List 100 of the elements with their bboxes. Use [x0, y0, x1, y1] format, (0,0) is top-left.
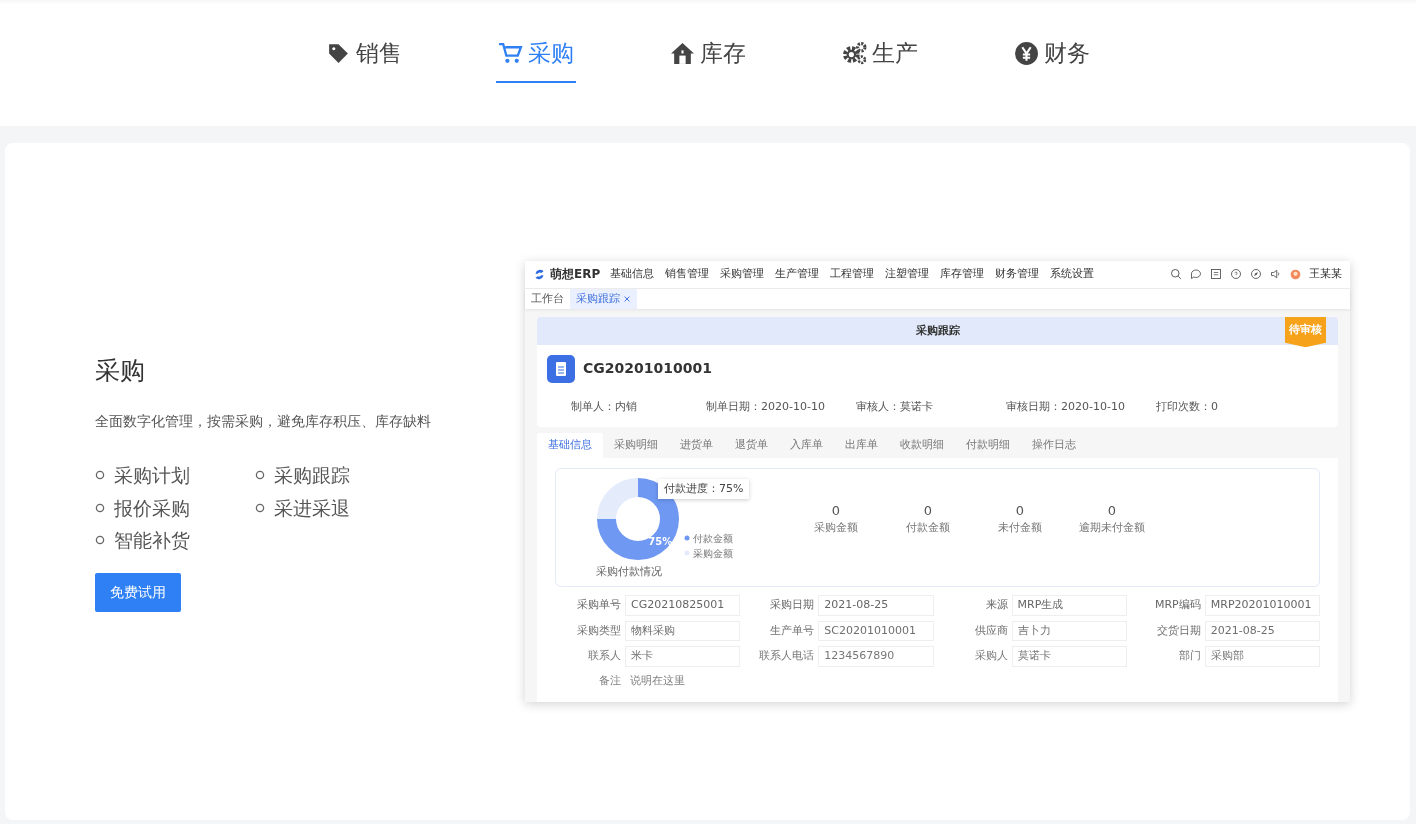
field-label: 采购人	[973, 648, 1008, 665]
legend-dot-icon	[684, 550, 690, 557]
legend-dot-icon	[684, 535, 690, 542]
input-field[interactable]: MRP生成	[1011, 595, 1127, 616]
field-label: 供应商	[973, 622, 1008, 639]
logo-icon	[533, 267, 546, 281]
bullet-icon	[95, 470, 105, 481]
detail-tab[interactable]: 收款明细	[889, 433, 955, 458]
meta-text: 制单日期：2020-10-10	[706, 398, 826, 415]
feature-point: 采购跟踪	[274, 463, 350, 488]
nav-item[interactable]: 基础信息	[610, 266, 655, 283]
nav-item[interactable]: 销售管理	[665, 266, 710, 283]
field-label: 生产单号	[769, 622, 815, 639]
field-label: MRP编码	[1153, 597, 1201, 614]
detail-tab[interactable]: 出库单	[834, 433, 889, 458]
avatar-icon	[1290, 268, 1301, 280]
input-field[interactable]: 采购部	[1204, 646, 1320, 667]
detail-tab[interactable]: 入库单	[779, 433, 834, 458]
stat-label: 逾期未付金额	[1078, 520, 1146, 537]
stat-label: 采购金额	[813, 520, 859, 537]
meta-text: 审核日期：2020-10-10	[1006, 398, 1126, 415]
trial-button[interactable]: 免费试用	[95, 572, 181, 612]
input-field[interactable]: 吉卜力	[1011, 620, 1127, 642]
feature-description: 全面数字化管理，按需采购，避免库存积压、库存缺料	[95, 412, 432, 431]
bullet-icon	[95, 535, 105, 546]
stat-value: 0	[922, 501, 934, 520]
feature-tab[interactable]: 财务	[1012, 36, 1092, 83]
feature-tab[interactable]: 生产	[840, 36, 920, 83]
brand-name: 萌想ERP	[550, 266, 601, 284]
nav-item[interactable]: 注塑管理	[885, 266, 930, 283]
feature-point: 报价采购	[114, 495, 190, 521]
stat-value: 0	[1106, 501, 1118, 520]
input-field[interactable]: 2021-08-25	[1204, 620, 1320, 642]
detail-tab[interactable]: 付款明细	[955, 433, 1021, 458]
field-label: 采购单号	[576, 597, 621, 614]
field-label: 联系人电话	[758, 648, 815, 665]
input-field[interactable]: 物料采购	[625, 620, 741, 642]
feature-title: 采购	[95, 354, 146, 387]
card-icon	[1210, 268, 1222, 281]
stat-label: 付款金额	[905, 520, 951, 537]
feature-point: 采购计划	[114, 463, 190, 488]
legend-label: 付款金额	[693, 531, 733, 546]
legend-label: 采购金额	[693, 546, 733, 561]
detail-tab[interactable]: 退货单	[724, 433, 779, 458]
meta-text: 审核人：莫诺卡	[856, 398, 934, 415]
field-label: 部门	[1177, 648, 1201, 665]
feature-tab[interactable]: 库存	[668, 36, 748, 83]
chart-tooltip: 付款进度：75%	[658, 478, 750, 500]
input-field[interactable]: CG20210825001	[625, 595, 741, 616]
page-tab[interactable]: 采购跟踪	[570, 288, 637, 309]
input-field[interactable]: 说明在这里	[625, 671, 690, 691]
gears-icon	[842, 40, 867, 66]
compass-icon	[1250, 268, 1262, 281]
meta-text: 打印次数：0	[1156, 398, 1219, 415]
bullet-icon	[255, 502, 265, 513]
meta-text: 制单人：内销	[571, 398, 638, 415]
search-icon	[1170, 268, 1182, 281]
chat-icon	[1190, 268, 1202, 281]
order-number: CG20201010001	[583, 359, 712, 379]
nav-item[interactable]: 财务管理	[995, 266, 1040, 283]
stat-value: 0	[1014, 501, 1026, 520]
user-name: 王某某	[1309, 266, 1342, 282]
slice-label: 75%	[648, 535, 673, 547]
yen-icon	[1014, 40, 1039, 66]
feature-point: 采进采退	[274, 495, 350, 521]
help-icon	[1230, 268, 1242, 281]
speaker-icon	[1270, 268, 1282, 281]
bullet-icon	[255, 470, 265, 481]
nav-item[interactable]: 库存管理	[940, 266, 985, 283]
detail-tab[interactable]: 基础信息	[537, 433, 603, 458]
input-field[interactable]: MRP20201010001	[1204, 595, 1320, 616]
input-field[interactable]: SC20201010001	[818, 620, 934, 642]
nav-item[interactable]: 工程管理	[830, 266, 875, 283]
input-field[interactable]: 米卡	[625, 646, 741, 667]
nav-item[interactable]: 采购管理	[720, 266, 765, 283]
field-label: 来源	[984, 597, 1008, 614]
panel-title: 采购跟踪	[915, 322, 960, 339]
nav-item[interactable]: 系统设置	[1050, 266, 1095, 283]
house-icon	[670, 40, 695, 66]
field-label: 备注	[598, 672, 621, 689]
page-tab[interactable]: 工作台	[525, 288, 570, 309]
detail-tab[interactable]: 进货单	[669, 433, 724, 458]
chart-title: 采购付款情况	[596, 563, 663, 580]
nav-item[interactable]: 生产管理	[775, 266, 820, 283]
input-field[interactable]: 莫诺卡	[1011, 646, 1127, 667]
input-field[interactable]: 2021-08-25	[818, 595, 934, 616]
field-label: 联系人	[587, 648, 621, 665]
detail-tab[interactable]: 采购明细	[603, 433, 669, 458]
document-icon	[547, 354, 575, 383]
field-label: 交货日期	[1155, 622, 1201, 639]
bullet-icon	[95, 502, 105, 513]
cart-icon	[498, 40, 523, 66]
feature-tab[interactable]: 销售	[324, 36, 404, 83]
stat-label: 未付金额	[997, 520, 1043, 537]
stat-value: 0	[830, 501, 842, 520]
detail-tab[interactable]: 操作日志	[1021, 433, 1087, 458]
field-label: 采购日期	[769, 597, 815, 614]
feature-tab[interactable]: 采购	[496, 36, 576, 83]
input-field[interactable]: 1234567890	[818, 646, 934, 667]
feature-point: 智能补货	[114, 528, 190, 553]
